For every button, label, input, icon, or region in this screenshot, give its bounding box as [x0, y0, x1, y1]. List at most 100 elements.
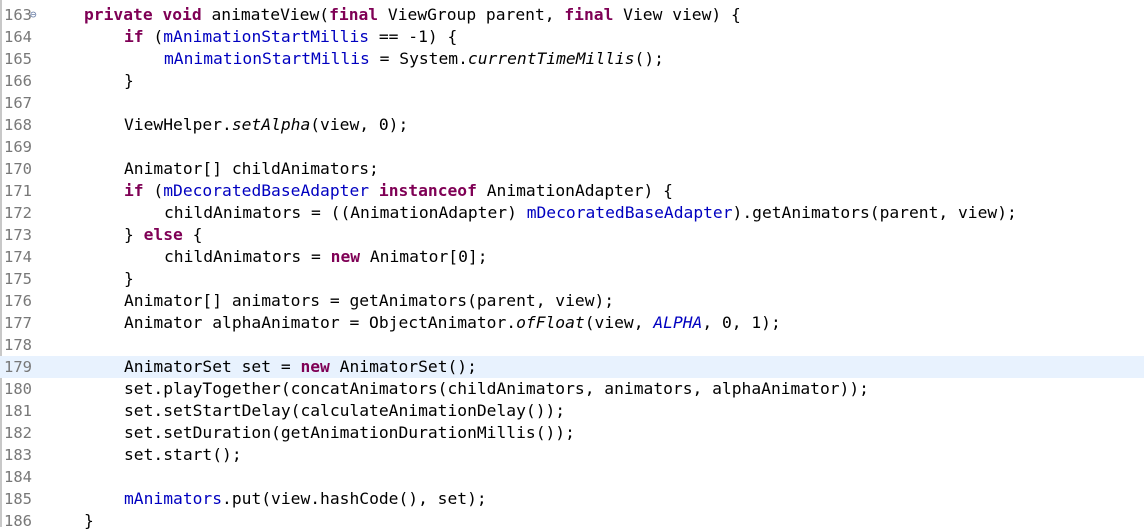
code-line[interactable]: 185 mAnimators.put(view.hashCode(), set); — [0, 488, 1144, 510]
line-number: 181 — [4, 402, 32, 420]
line-number: 186 — [4, 512, 32, 530]
line-number: 180 — [4, 380, 32, 398]
code-text: mAnimators.put(view.hashCode(), set); — [124, 488, 487, 510]
code-text: } else { — [124, 224, 202, 246]
line-number: 164 — [4, 28, 32, 46]
code-editor[interactable]: 163 ⊖ private void animateView(final ViewG… — [0, 0, 1144, 530]
code-text: } — [124, 70, 134, 92]
line-number: 176 — [4, 292, 32, 310]
code-token: == -1) { — [369, 27, 458, 46]
code-line[interactable]: 173 } else { — [0, 224, 1144, 246]
line-number: 166 — [4, 72, 32, 90]
code-token: private — [84, 5, 153, 24]
code-line[interactable]: 172 childAnimators = ((AnimationAdapter) … — [0, 202, 1144, 224]
code-token: (view, 0); — [310, 115, 409, 134]
code-token: = System. — [369, 49, 468, 68]
code-line[interactable]: 186} — [0, 510, 1144, 532]
code-token: mAnimators — [124, 489, 223, 508]
code-token: ( — [143, 181, 164, 200]
code-token: set.start(); — [124, 445, 242, 464]
code-token: AnimationAdapter) { — [476, 181, 673, 200]
code-token: currentTimeMillis — [467, 49, 635, 68]
code-line[interactable]: 176 Animator[] animators = getAnimators(p… — [0, 290, 1144, 312]
line-number: 183 — [4, 446, 32, 464]
code-line[interactable]: 168 ViewHelper.setAlpha(view, 0); — [0, 114, 1144, 136]
code-line[interactable]: 166} — [0, 70, 1144, 92]
code-text: childAnimators = new Animator[0]; — [164, 246, 488, 268]
code-line[interactable]: 181 set.setStartDelay(calculateAnimationD… — [0, 400, 1144, 422]
line-number: 172 — [4, 204, 32, 222]
code-token: new — [330, 247, 361, 266]
code-line[interactable]: 164 if (mAnimationStartMillis == -1) { — [0, 26, 1144, 48]
code-token: , 0, 1); — [702, 313, 781, 332]
line-number: 169 — [4, 138, 32, 156]
code-token: final — [564, 5, 614, 24]
code-token: set.setStartDelay(calculateAnimationDela… — [124, 401, 566, 420]
line-number: 178 — [4, 336, 32, 354]
code-line[interactable]: 182 set.setDuration(getAnimationDurationM… — [0, 422, 1144, 444]
code-token: (); — [634, 49, 664, 68]
code-line[interactable]: 163 ⊖ private void animateView(final ViewG… — [0, 4, 1144, 26]
code-token: .put(view.hashCode(), set); — [222, 489, 487, 508]
line-number: 174 — [4, 248, 32, 266]
code-line[interactable]: 171 if (mDecoratedBaseAdapter instanceof … — [0, 180, 1144, 202]
line-number: 177 — [4, 314, 32, 332]
code-token: else — [143, 225, 183, 244]
code-line[interactable]: 179 AnimatorSet set = new AnimatorSet(); — [0, 356, 1144, 378]
line-number: 173 — [4, 226, 32, 244]
fold-collapse-icon[interactable]: ⊖ — [30, 4, 37, 26]
code-token: if — [124, 181, 144, 200]
code-token: ViewGroup parent, — [378, 5, 565, 24]
code-token: Animator alphaAnimator = ObjectAnimator. — [124, 313, 517, 332]
line-number: 171 — [4, 182, 32, 200]
code-line[interactable]: 169 — [0, 136, 1144, 158]
code-token: View view) { — [613, 5, 741, 24]
line-number: 184 — [4, 468, 32, 486]
code-line[interactable]: 180 set.playTogether(concatAnimators(chil… — [0, 378, 1144, 400]
code-text: if (mAnimationStartMillis == -1) { — [124, 26, 457, 48]
code-line[interactable]: 183 set.start(); — [0, 444, 1144, 466]
code-line[interactable]: 184 — [0, 466, 1144, 488]
code-token: animateView( — [201, 5, 330, 24]
code-token: } — [84, 511, 94, 530]
code-token: (view, — [584, 313, 654, 332]
line-number: 168 — [4, 116, 32, 134]
code-token: AnimatorSet(); — [329, 357, 477, 376]
code-text: Animator[] animators = getAnimators(pare… — [124, 290, 614, 312]
code-token: } — [124, 269, 134, 288]
code-token: mAnimationStartMillis — [164, 49, 370, 68]
code-token: final — [329, 5, 379, 24]
code-token: Animator[] childAnimators; — [124, 159, 379, 178]
code-line[interactable]: 175} — [0, 268, 1144, 290]
code-token: set.setDuration(getAnimationDurationMill… — [124, 423, 575, 442]
code-token: void — [162, 5, 202, 24]
code-token: AnimatorSet set = — [124, 357, 301, 376]
line-number: 179 — [4, 358, 32, 376]
code-line[interactable]: 167 — [0, 92, 1144, 114]
line-number: 165 — [4, 50, 32, 68]
code-line[interactable]: 165 mAnimationStartMillis = System.curren… — [0, 48, 1144, 70]
code-token: if — [124, 27, 144, 46]
code-text: AnimatorSet set = new AnimatorSet(); — [124, 356, 477, 378]
code-text: childAnimators = ((AnimationAdapter) mDe… — [164, 202, 1017, 224]
code-token: mDecoratedBaseAdapter — [526, 203, 733, 222]
code-text: set.playTogether(concatAnimators(childAn… — [124, 378, 869, 400]
code-text: private void animateView(final ViewGroup… — [84, 4, 741, 26]
code-token: mAnimationStartMillis — [163, 27, 370, 46]
line-number: 167 — [4, 94, 32, 112]
code-token: } — [124, 225, 144, 244]
code-line[interactable]: 177 Animator alphaAnimator = ObjectAnimat… — [0, 312, 1144, 334]
code-text: mAnimationStartMillis = System.currentTi… — [164, 48, 664, 70]
code-line[interactable]: 170 Animator[] childAnimators; — [0, 158, 1144, 180]
code-text: Animator alphaAnimator = ObjectAnimator.… — [124, 312, 781, 334]
code-text: set.setStartDelay(calculateAnimationDela… — [124, 400, 565, 422]
code-token: childAnimators = — [164, 247, 331, 266]
code-token: Animator[] animators = getAnimators(pare… — [124, 291, 615, 310]
code-line[interactable]: 178 — [0, 334, 1144, 356]
code-token: ViewHelper. — [124, 115, 232, 134]
code-line[interactable]: 174 childAnimators = new Animator[0]; — [0, 246, 1144, 268]
code-text: ViewHelper.setAlpha(view, 0); — [124, 114, 408, 136]
line-number: 185 — [4, 490, 32, 508]
